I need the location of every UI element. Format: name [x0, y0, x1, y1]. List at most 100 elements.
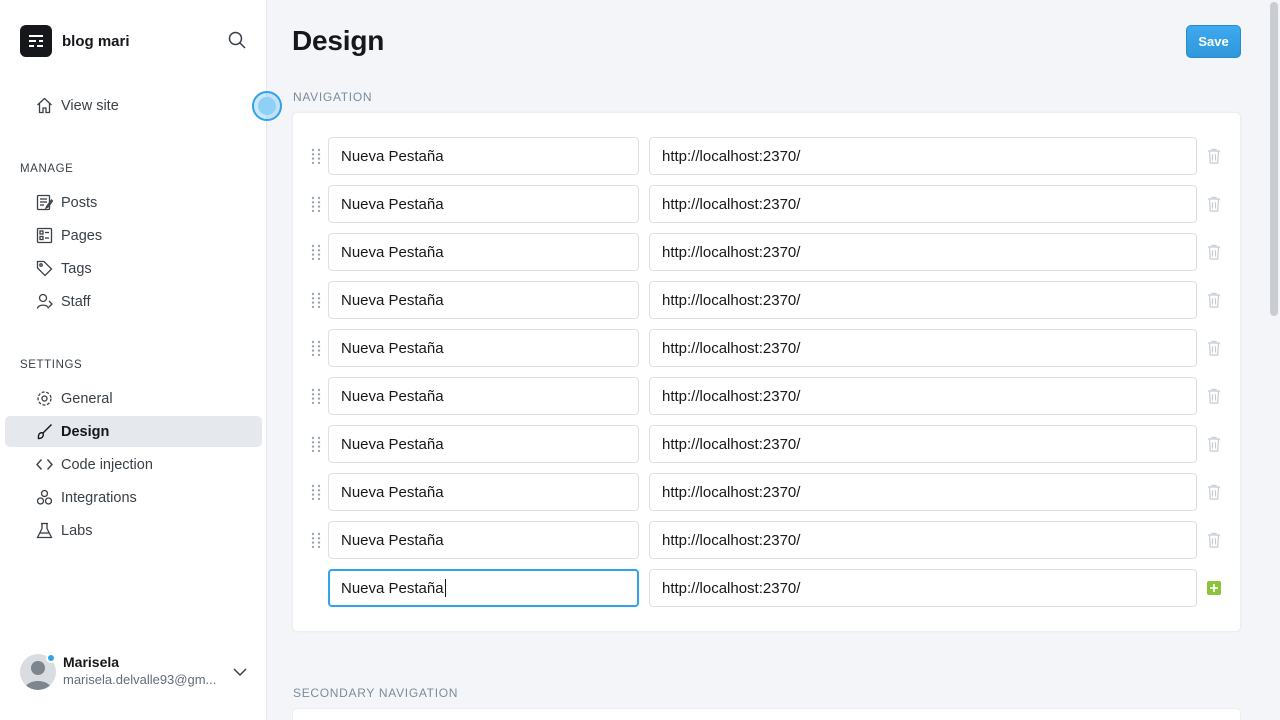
- navigation-item: Nueva Pestaña http://localhost:2370/: [304, 521, 1234, 559]
- sidebar-item-label: Integrations: [61, 489, 137, 506]
- nav-item-url-input[interactable]: http://localhost:2370/: [649, 185, 1197, 223]
- drag-handle-icon[interactable]: [311, 436, 321, 453]
- new-item-url-input[interactable]: http://localhost:2370/: [649, 569, 1197, 607]
- user-name: Marisela: [63, 654, 120, 670]
- user-email: marisela.delvalle93@gm...: [63, 672, 217, 687]
- new-navigation-item: Nueva Pestaña http://localhost:2370/: [304, 569, 1234, 607]
- integrations-icon: [36, 489, 54, 507]
- sidebar-item-staff[interactable]: Staff: [5, 286, 262, 317]
- view-site-label: View site: [61, 97, 119, 114]
- sidebar-item-label: Staff: [61, 293, 91, 310]
- trash-icon[interactable]: [1207, 340, 1221, 356]
- code-icon: [36, 456, 54, 474]
- nav-item-url-input[interactable]: http://localhost:2370/: [649, 377, 1197, 415]
- flask-icon: [36, 522, 54, 540]
- sidebar-item-label: Posts: [61, 194, 98, 211]
- chevron-down-icon[interactable]: [232, 664, 248, 680]
- posts-icon: [36, 194, 54, 212]
- sidebar-item-code-injection[interactable]: Code injection: [5, 449, 262, 480]
- trash-icon[interactable]: [1207, 244, 1221, 260]
- sidebar-item-tags[interactable]: Tags: [5, 253, 262, 284]
- trash-icon[interactable]: [1207, 196, 1221, 212]
- site-logo-icon: [20, 25, 52, 57]
- trash-icon[interactable]: [1207, 388, 1221, 404]
- scrollbar-thumb[interactable]: [1270, 2, 1278, 316]
- nav-item-label-input[interactable]: Nueva Pestaña: [328, 473, 639, 511]
- trash-icon[interactable]: [1207, 436, 1221, 452]
- nav-item-url-input[interactable]: http://localhost:2370/: [649, 521, 1197, 559]
- staff-icon: [36, 293, 54, 311]
- nav-item-label-input[interactable]: Nueva Pestaña: [328, 281, 639, 319]
- nav-item-label-input[interactable]: Nueva Pestaña: [328, 185, 639, 223]
- sidebar-item-integrations[interactable]: Integrations: [5, 482, 262, 513]
- text-caret: [444, 579, 446, 597]
- nav-item-url-input[interactable]: http://localhost:2370/: [649, 281, 1197, 319]
- nav-item-url-input[interactable]: http://localhost:2370/: [649, 425, 1197, 463]
- nav-item-url-input[interactable]: http://localhost:2370/: [649, 233, 1197, 271]
- nav-item-label-input[interactable]: Nueva Pestaña: [328, 137, 639, 175]
- drag-handle-icon[interactable]: [311, 292, 321, 309]
- drag-handle-icon[interactable]: [311, 196, 321, 213]
- drag-handle-icon[interactable]: [311, 148, 321, 165]
- settings-section-label: SETTINGS: [20, 359, 83, 371]
- add-item-button[interactable]: [1207, 581, 1221, 595]
- gear-icon: [36, 390, 54, 408]
- secondary-navigation-card: [292, 708, 1241, 720]
- user-menu[interactable]: Marisela marisela.delvalle93@gm...: [20, 652, 260, 692]
- trash-icon[interactable]: [1207, 148, 1221, 164]
- drag-handle-icon[interactable]: [311, 388, 321, 405]
- sidebar-item-label: Code injection: [61, 456, 153, 473]
- navigation-section-label: NAVIGATION: [293, 90, 373, 104]
- sidebar-item-posts[interactable]: Posts: [5, 187, 262, 218]
- sidebar-item-label: Design: [61, 423, 110, 440]
- sidebar-item-design[interactable]: Design: [5, 416, 262, 447]
- sidebar-resize-handle[interactable]: [252, 91, 282, 121]
- sidebar-item-label: General: [61, 390, 113, 407]
- trash-icon[interactable]: [1207, 484, 1221, 500]
- trash-icon[interactable]: [1207, 292, 1221, 308]
- nav-item-url-input[interactable]: http://localhost:2370/: [649, 329, 1197, 367]
- navigation-item: Nueva Pestaña http://localhost:2370/: [304, 137, 1234, 175]
- drag-handle-icon[interactable]: [311, 484, 321, 501]
- navigation-item: Nueva Pestaña http://localhost:2370/: [304, 281, 1234, 319]
- drag-handle-icon[interactable]: [311, 340, 321, 357]
- sidebar-item-label: Pages: [61, 227, 103, 244]
- tag-icon: [36, 260, 54, 278]
- navigation-item: Nueva Pestaña http://localhost:2370/: [304, 425, 1234, 463]
- secondary-navigation-section-label: SECONDARY NAVIGATION: [293, 686, 459, 700]
- navigation-item: Nueva Pestaña http://localhost:2370/: [304, 233, 1234, 271]
- sidebar-item-labs[interactable]: Labs: [5, 515, 262, 546]
- search-icon[interactable]: [228, 31, 248, 51]
- sidebar: blog mari View site MANAGE Posts Pages T…: [0, 0, 267, 720]
- navigation-item: Nueva Pestaña http://localhost:2370/: [304, 473, 1234, 511]
- navigation-item: Nueva Pestaña http://localhost:2370/: [304, 329, 1234, 367]
- nav-item-label-input[interactable]: Nueva Pestaña: [328, 329, 639, 367]
- plus-icon: [1210, 584, 1218, 592]
- pages-icon: [36, 227, 54, 245]
- nav-item-label-input[interactable]: Nueva Pestaña: [328, 233, 639, 271]
- nav-item-url-input[interactable]: http://localhost:2370/: [649, 137, 1197, 175]
- drag-handle-icon[interactable]: [311, 532, 321, 549]
- status-dot: [46, 653, 56, 663]
- site-name: blog mari: [62, 32, 130, 50]
- drag-handle-icon[interactable]: [311, 244, 321, 261]
- site-brand[interactable]: blog mari: [20, 25, 130, 57]
- brush-icon: [36, 423, 54, 441]
- view-site-link[interactable]: View site: [5, 90, 262, 121]
- home-icon: [36, 97, 54, 115]
- nav-item-label-input[interactable]: Nueva Pestaña: [328, 425, 639, 463]
- save-button[interactable]: Save: [1186, 25, 1241, 58]
- page-title: Design: [292, 25, 385, 56]
- navigation-item: Nueva Pestaña http://localhost:2370/: [304, 185, 1234, 223]
- nav-item-url-input[interactable]: http://localhost:2370/: [649, 473, 1197, 511]
- sidebar-item-label: Labs: [61, 522, 93, 539]
- nav-item-label-input[interactable]: Nueva Pestaña: [328, 377, 639, 415]
- sidebar-item-general[interactable]: General: [5, 383, 262, 414]
- sidebar-item-pages[interactable]: Pages: [5, 220, 262, 251]
- trash-icon[interactable]: [1207, 532, 1221, 548]
- nav-item-label-input[interactable]: Nueva Pestaña: [328, 521, 639, 559]
- sidebar-item-label: Tags: [61, 260, 92, 277]
- new-item-label-input[interactable]: Nueva Pestaña: [328, 569, 639, 607]
- manage-section-label: MANAGE: [20, 163, 74, 175]
- new-item-label-text: Nueva Pestaña: [341, 579, 444, 597]
